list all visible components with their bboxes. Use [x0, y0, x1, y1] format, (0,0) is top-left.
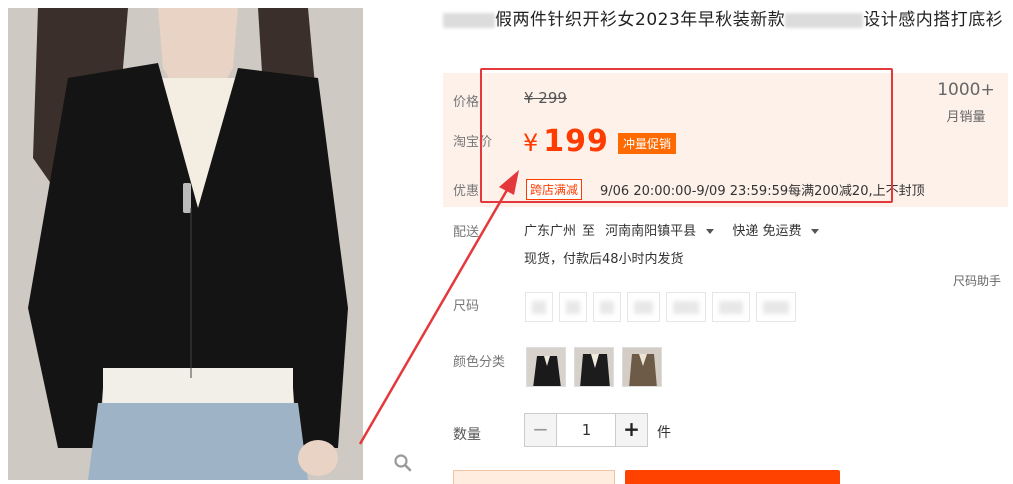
redacted-text	[785, 12, 864, 28]
discount-label: 优惠	[453, 184, 480, 199]
product-photo	[8, 8, 363, 480]
size-option[interactable]	[525, 292, 553, 322]
quantity-label: 数量	[453, 427, 481, 443]
quantity-stepper: − +	[524, 413, 648, 447]
stock-status: 现货，付款后48小时内发货	[524, 252, 684, 267]
buy-now-button[interactable]	[453, 470, 615, 484]
redacted-text	[443, 12, 495, 28]
ship-from: 广东广州	[524, 224, 577, 239]
size-option[interactable]	[593, 292, 621, 322]
quantity-input[interactable]	[558, 414, 615, 446]
color-option-thumbnail[interactable]	[574, 347, 614, 387]
product-image[interactable]	[8, 8, 363, 480]
color-label: 颜色分类	[453, 355, 506, 370]
size-option[interactable]	[666, 292, 706, 322]
size-option[interactable]	[756, 292, 796, 322]
size-option[interactable]	[559, 292, 587, 322]
decrease-quantity-button[interactable]: −	[525, 414, 557, 446]
increase-quantity-button[interactable]: +	[615, 414, 647, 446]
size-option[interactable]	[627, 292, 660, 322]
shipping-method[interactable]: 快递 免运费	[732, 224, 801, 239]
ship-to-word: 至	[582, 224, 596, 239]
shipping-label: 配送	[453, 225, 480, 240]
zoom-icon[interactable]	[393, 453, 413, 473]
color-option-thumbnail[interactable]	[526, 347, 566, 387]
highlight-box	[480, 68, 893, 203]
price-label: 价格	[453, 95, 480, 110]
title-text-2: 设计感内搭打底衫	[863, 10, 1004, 30]
size-label: 尺码	[453, 299, 480, 314]
color-option-thumbnail[interactable]	[622, 347, 662, 387]
shipping-line: 广东广州至 河南南阳镇平县 快递 免运费	[524, 220, 833, 239]
title-text-1: 假两件针织开衫女2023年早秋装新款	[495, 10, 786, 30]
product-title: 假两件针织开衫女2023年早秋装新款 设计感内搭打底衫	[443, 8, 1008, 33]
size-option[interactable]	[712, 292, 750, 322]
monthly-sales-count: 1000+	[937, 80, 995, 100]
monthly-sales-label: 月销量	[946, 110, 986, 125]
ship-destination[interactable]: 河南南阳镇平县	[605, 224, 696, 239]
quantity-unit: 件	[657, 425, 671, 441]
add-to-cart-button[interactable]	[625, 470, 840, 484]
chevron-down-icon[interactable]	[706, 229, 715, 234]
size-helper-link[interactable]: 尺码助手	[953, 272, 1001, 289]
chevron-down-icon[interactable]	[811, 229, 820, 234]
